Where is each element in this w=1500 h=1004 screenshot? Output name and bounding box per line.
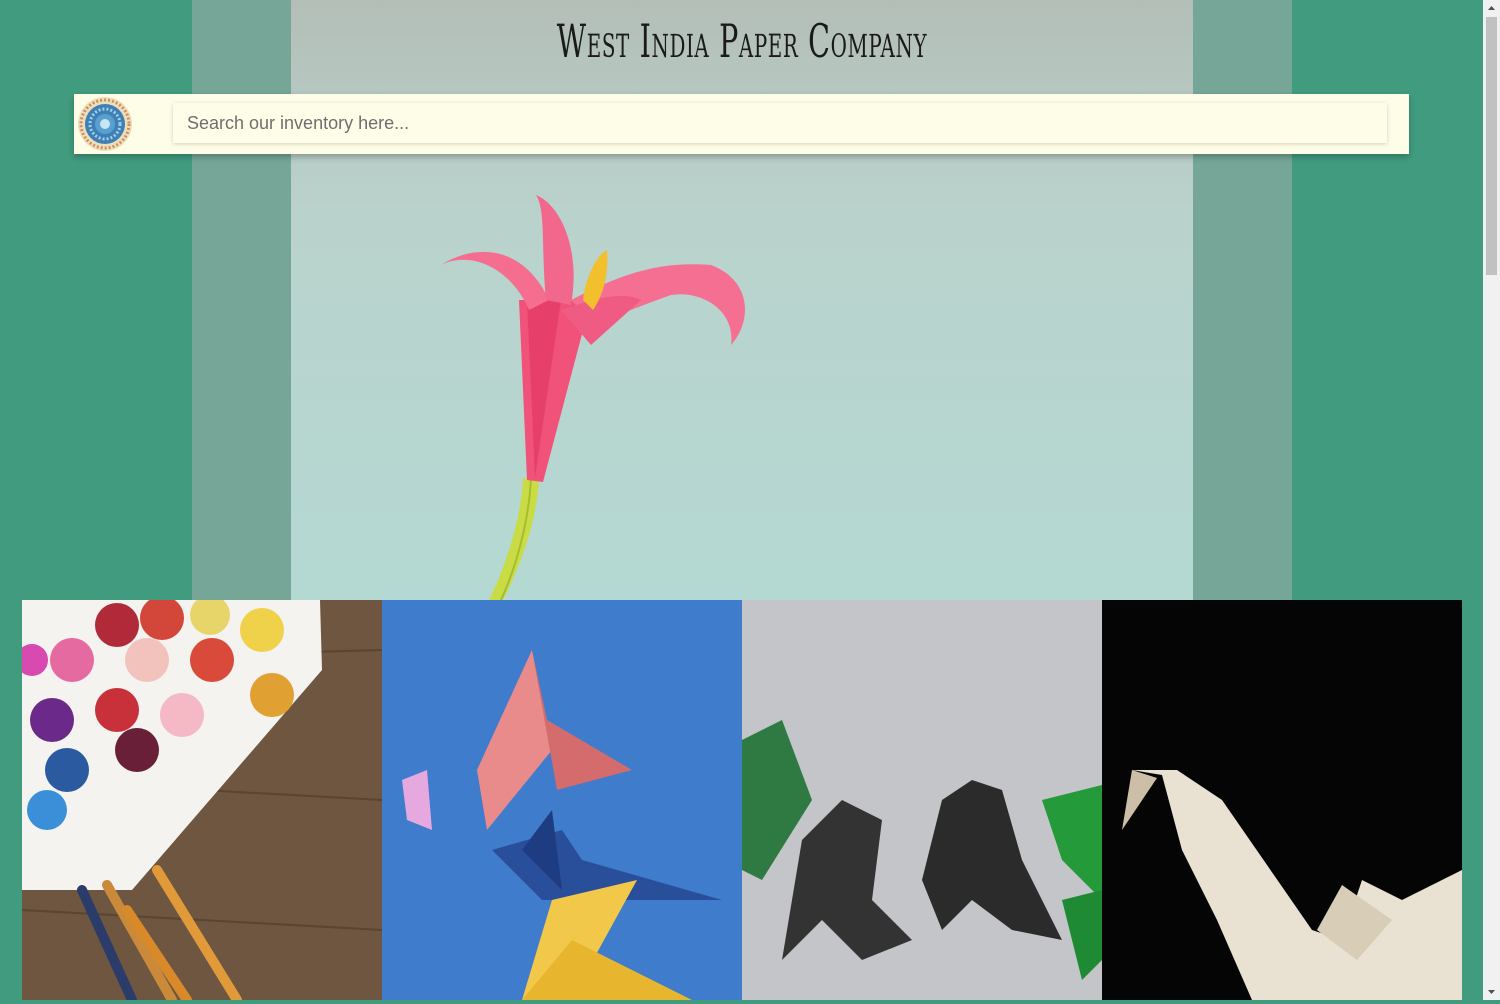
scrollbar[interactable]: [1483, 0, 1500, 1000]
hero-image-origami-lily: West India Paper Company: [291, 0, 1193, 600]
gallery-image-origami-cranes-blue[interactable]: [382, 600, 742, 1000]
page: West India Paper Company: [0, 0, 1483, 1000]
arrow-down-icon[interactable]: [1483, 983, 1500, 1000]
hero-frame: West India Paper Company: [192, 0, 1292, 600]
gallery-image-origami-swan-black[interactable]: [1102, 600, 1462, 1000]
gallery-image-origami-dragons-dark[interactable]: [742, 600, 1102, 1000]
gallery-image-watercolor-palette[interactable]: [22, 600, 382, 1000]
arrow-up-icon[interactable]: [1483, 0, 1500, 17]
search-bar: [74, 94, 1409, 154]
mandala-logo-icon[interactable]: [77, 96, 133, 152]
search-input[interactable]: [173, 103, 1387, 143]
scrollbar-thumb[interactable]: [1486, 17, 1497, 275]
gallery: [22, 600, 1462, 1000]
site-title[interactable]: West India Paper Company: [462, 14, 1021, 68]
